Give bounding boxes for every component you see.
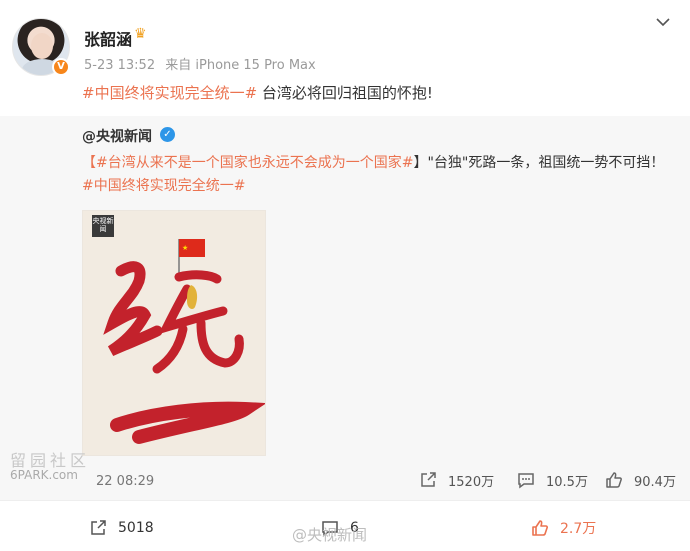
footer-repost-button[interactable]: 5018 [88, 518, 154, 538]
repost-icon [91, 520, 106, 535]
poster-image[interactable]: ★ 央视新闻 [82, 210, 266, 456]
repost-icon [421, 472, 436, 487]
repost-hashtag-1[interactable]: #台湾从来不是一个国家也永远不会成为一个国家# [96, 155, 413, 171]
repost-hashtag-2[interactable]: #中国终将实现完全统一# [82, 178, 245, 194]
avatar-face [31, 33, 53, 59]
watermark-cctv: @央视新闻 [292, 526, 368, 544]
watermark-6park-en: 6PARK.com [10, 468, 78, 482]
footer-like-button[interactable]: 2.7万 [530, 518, 596, 538]
divider [0, 500, 690, 501]
repost-like-count: 90.4万 [634, 474, 676, 490]
poster-artwork: ★ [83, 211, 265, 455]
post-source: 来自 iPhone 15 Pro Max [165, 58, 316, 73]
repost-bracket-open: 【 [82, 155, 96, 171]
chevron-down-icon[interactable] [655, 14, 671, 30]
watermark-6park-cn: 留园社区 [10, 451, 91, 470]
repost-like-stat[interactable]: 90.4万 [604, 470, 676, 490]
cctv-news-logo: 央视新闻 [92, 215, 114, 237]
post-content: #中国终将实现完全统一# 台湾必将回归祖国的怀抱! [82, 82, 433, 103]
repost-comment-stat[interactable]: 10.5万 [516, 470, 588, 490]
watermark-6park: 留园社区 6PARK.com [10, 451, 91, 483]
repost-timestamp[interactable]: 22 08:29 [96, 474, 154, 489]
post-hashtag[interactable]: #中国终将实现完全统一# [82, 84, 257, 102]
post-text: 台湾必将回归祖国的怀抱! [257, 84, 433, 102]
svg-text:★: ★ [182, 244, 188, 252]
crown-icon: ♛ [134, 26, 147, 42]
repost-author[interactable]: @央视新闻 [82, 126, 152, 146]
author-name[interactable]: 张韶涵 [84, 26, 132, 50]
repost-comment-count: 10.5万 [546, 474, 588, 490]
reposted-card[interactable]: @央视新闻 ✓ 【#台湾从来不是一个国家也永远不会成为一个国家#】"台独"死路一… [0, 116, 690, 500]
verified-icon: V [52, 58, 70, 76]
weibo-post: V 张韶涵 ♛ 5-23 13:52 来自 iPhone 15 Pro Max … [0, 0, 690, 551]
repost-repost-count: 1520万 [448, 474, 495, 490]
repost-repost-stat[interactable]: 1520万 [418, 470, 494, 490]
like-icon [532, 520, 548, 536]
like-icon [606, 472, 622, 488]
footer-like-count: 2.7万 [560, 521, 597, 537]
footer-repost-count: 5018 [118, 520, 154, 536]
post-timestamp[interactable]: 5-23 13:52 [84, 58, 155, 73]
blue-verified-icon: ✓ [160, 127, 175, 142]
repost-text: 【#台湾从来不是一个国家也永远不会成为一个国家#】"台独"死路一条，祖国统一势不… [82, 152, 674, 198]
post-meta: 5-23 13:52 来自 iPhone 15 Pro Max [84, 54, 322, 73]
repost-body: 】"台独"死路一条，祖国统一势不可挡！ [413, 155, 665, 171]
comment-icon [518, 473, 534, 489]
